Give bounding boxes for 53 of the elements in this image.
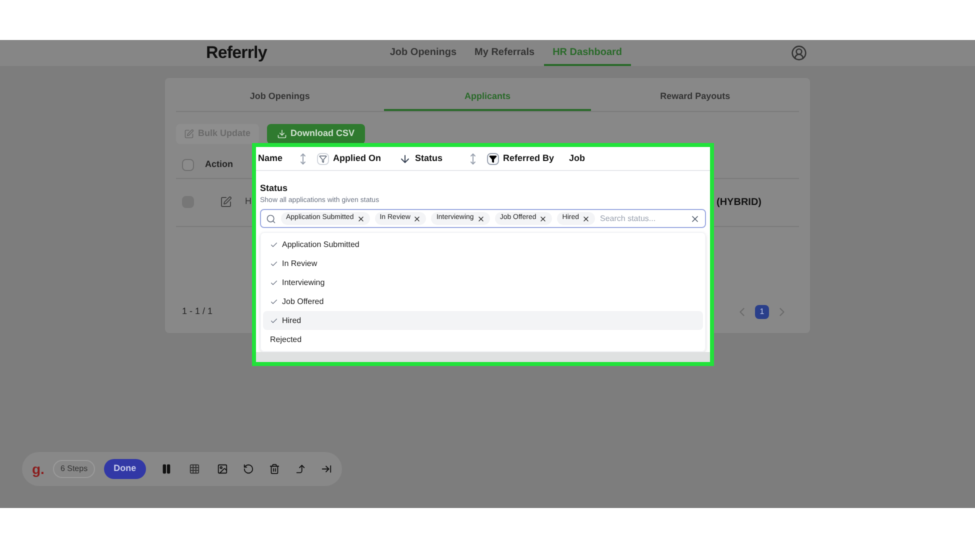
check-icon [270,240,278,248]
steps-count[interactable]: 6 Steps [53,460,95,478]
clear-icon[interactable] [690,214,700,224]
grid-icon[interactable] [189,462,200,476]
trash-icon[interactable] [269,462,280,476]
check-icon [270,260,278,268]
filter-icon [489,154,497,162]
filter-title: Status [260,182,289,195]
edit-icon [184,128,194,138]
column-header[interactable]: Status [415,152,443,166]
filter-button[interactable] [317,152,329,164]
pause-icon[interactable] [161,462,172,476]
tab[interactable]: Job Openings [176,90,384,110]
app-logo: Referrly [206,42,267,64]
arrow-up-icon[interactable] [295,462,306,476]
sort-descending-icon[interactable] [399,152,411,164]
undo-icon[interactable] [243,462,254,476]
status-option[interactable]: Hired [263,311,703,330]
remove-icon[interactable] [582,214,590,222]
column-header[interactable]: Job [569,152,586,166]
download-csv-button[interactable]: Download CSV [266,124,365,144]
column-header[interactable]: Name [258,152,283,166]
remove-icon[interactable] [356,214,365,222]
remove-icon[interactable] [413,214,422,222]
header-checkbox[interactable] [182,159,194,171]
check-icon [270,298,278,306]
tab[interactable]: Reward Payouts [591,90,800,110]
filter-button[interactable] [487,152,499,164]
filter-icon [319,154,327,162]
download-icon [276,128,287,138]
toolbar-logo: g. [32,460,44,479]
status-option[interactable]: In Review [263,254,703,273]
remove-icon[interactable] [476,214,485,222]
page-button[interactable]: 1 [755,305,769,319]
pagination-range: 1 - 1 / 1 [182,305,213,318]
table-cell-text: (HYBRID) [716,196,762,210]
table-cell-text: H [245,195,252,208]
status-option[interactable]: Application Submitted [263,235,703,254]
user-avatar-icon[interactable] [791,45,808,61]
search-icon [266,214,276,224]
status-option[interactable]: Job Offered [263,292,703,311]
status-option[interactable]: Rejected [263,330,703,349]
check-icon [270,278,278,286]
image-icon[interactable] [217,462,228,476]
status-option[interactable]: Interviewing [263,273,703,292]
check-icon [270,316,278,324]
column-header: Action [205,158,233,172]
column-header[interactable]: Referred By [503,152,554,166]
search-input[interactable]: Search status... [600,212,685,224]
column-header[interactable]: Applied On [333,152,381,166]
edit-icon[interactable] [220,196,232,208]
remove-icon[interactable] [539,214,548,222]
done-button[interactable]: Done [104,459,146,479]
